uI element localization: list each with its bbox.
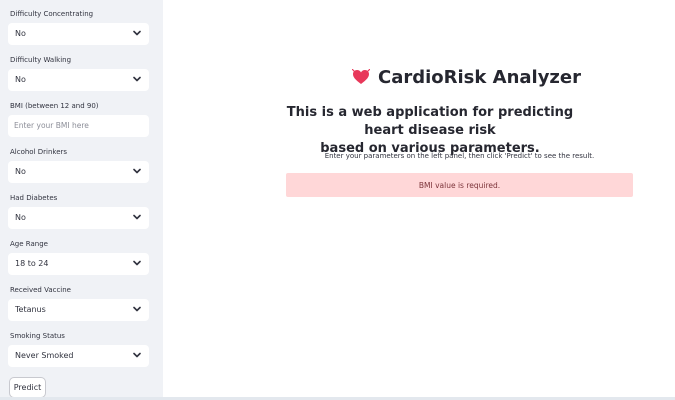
age-range-label: Age Range [10,240,48,248]
smoking-status-select[interactable]: Never Smoked [8,345,149,367]
difficulty-walking-value: No [15,75,26,84]
bmi-label: BMI (between 12 and 90) [10,102,99,110]
received-vaccine-label: Received Vaccine [10,286,71,294]
received-vaccine-select[interactable]: Tetanus [8,299,149,321]
difficulty-concentrating-select[interactable]: No [8,23,149,45]
chevron-down-icon [133,352,141,358]
had-diabetes-select[interactable]: No [8,207,149,229]
bmi-placeholder: Enter your BMI here [14,121,89,130]
chevron-down-icon [133,76,141,82]
smoking-status-value: Never Smoked [15,351,74,360]
instructions-text: Enter your parameters on the left panel,… [324,152,595,160]
alcohol-drinkers-label: Alcohol Drinkers [10,148,68,156]
alcohol-drinkers-value: No [15,167,26,176]
age-range-value: 18 to 24 [15,259,49,268]
difficulty-walking-label: Difficulty Walking [10,56,72,64]
page-subtitle: This is a web application for predicting… [270,104,590,158]
received-vaccine-value: Tetanus [15,305,46,314]
predict-button[interactable]: Predict [9,377,46,398]
difficulty-walking-select[interactable]: No [8,69,149,91]
page-title: CardioRisk Analyzer [378,66,581,88]
chevron-down-icon [133,306,141,312]
chevron-down-icon [133,168,141,174]
sidebar: Difficulty Concentrating No Difficulty W… [0,0,163,400]
chevron-down-icon [133,260,141,266]
difficulty-concentrating-value: No [15,29,26,38]
bmi-input[interactable]: Enter your BMI here [8,115,149,137]
smoking-status-label: Smoking Status [10,332,65,340]
subtitle-line-1: This is a web application for predicting… [286,105,574,138]
age-range-select[interactable]: 18 to 24 [8,253,149,275]
chevron-down-icon [133,30,141,36]
error-alert: BMI value is required. [286,173,633,197]
alcohol-drinkers-select[interactable]: No [8,161,149,183]
page-header: CardioRisk Analyzer [352,64,581,90]
heart-icon [352,69,370,84]
difficulty-concentrating-label: Difficulty Concentrating [10,10,94,18]
had-diabetes-value: No [15,213,26,222]
chevron-down-icon [133,214,141,220]
had-diabetes-label: Had Diabetes [10,194,58,202]
error-message: BMI value is required. [418,180,501,190]
